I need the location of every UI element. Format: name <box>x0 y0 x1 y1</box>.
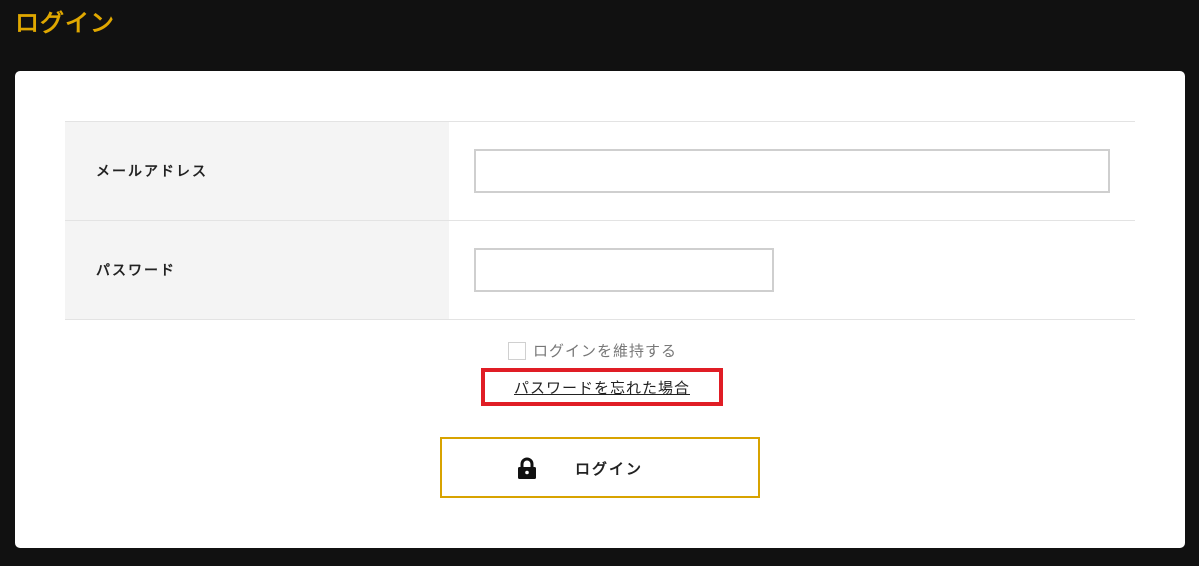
login-button-label: ログイン <box>575 460 644 478</box>
password-row: パスワード <box>65 221 1135 320</box>
email-field-cell <box>449 122 1135 220</box>
lock-icon <box>518 457 536 479</box>
forgot-password-link[interactable]: パスワードを忘れた場合 <box>514 377 690 398</box>
password-label: パスワード <box>65 221 449 319</box>
forgot-password-highlight: パスワードを忘れた場合 <box>481 368 723 406</box>
page-title: ログイン <box>15 9 115 37</box>
email-field[interactable] <box>474 149 1110 193</box>
login-form-table: メールアドレス パスワード <box>65 121 1135 320</box>
login-card: メールアドレス パスワード ログインを維持する パスワードを忘れた場合 ログイン <box>15 71 1185 548</box>
login-button[interactable]: ログイン <box>440 437 760 498</box>
email-row: メールアドレス <box>65 122 1135 221</box>
remember-label: ログインを維持する <box>533 342 678 360</box>
password-field[interactable] <box>474 248 774 292</box>
password-field-cell <box>449 221 1135 319</box>
remember-checkbox[interactable] <box>508 341 526 360</box>
remember-login[interactable]: ログインを維持する <box>508 340 677 361</box>
email-label: メールアドレス <box>65 122 449 220</box>
